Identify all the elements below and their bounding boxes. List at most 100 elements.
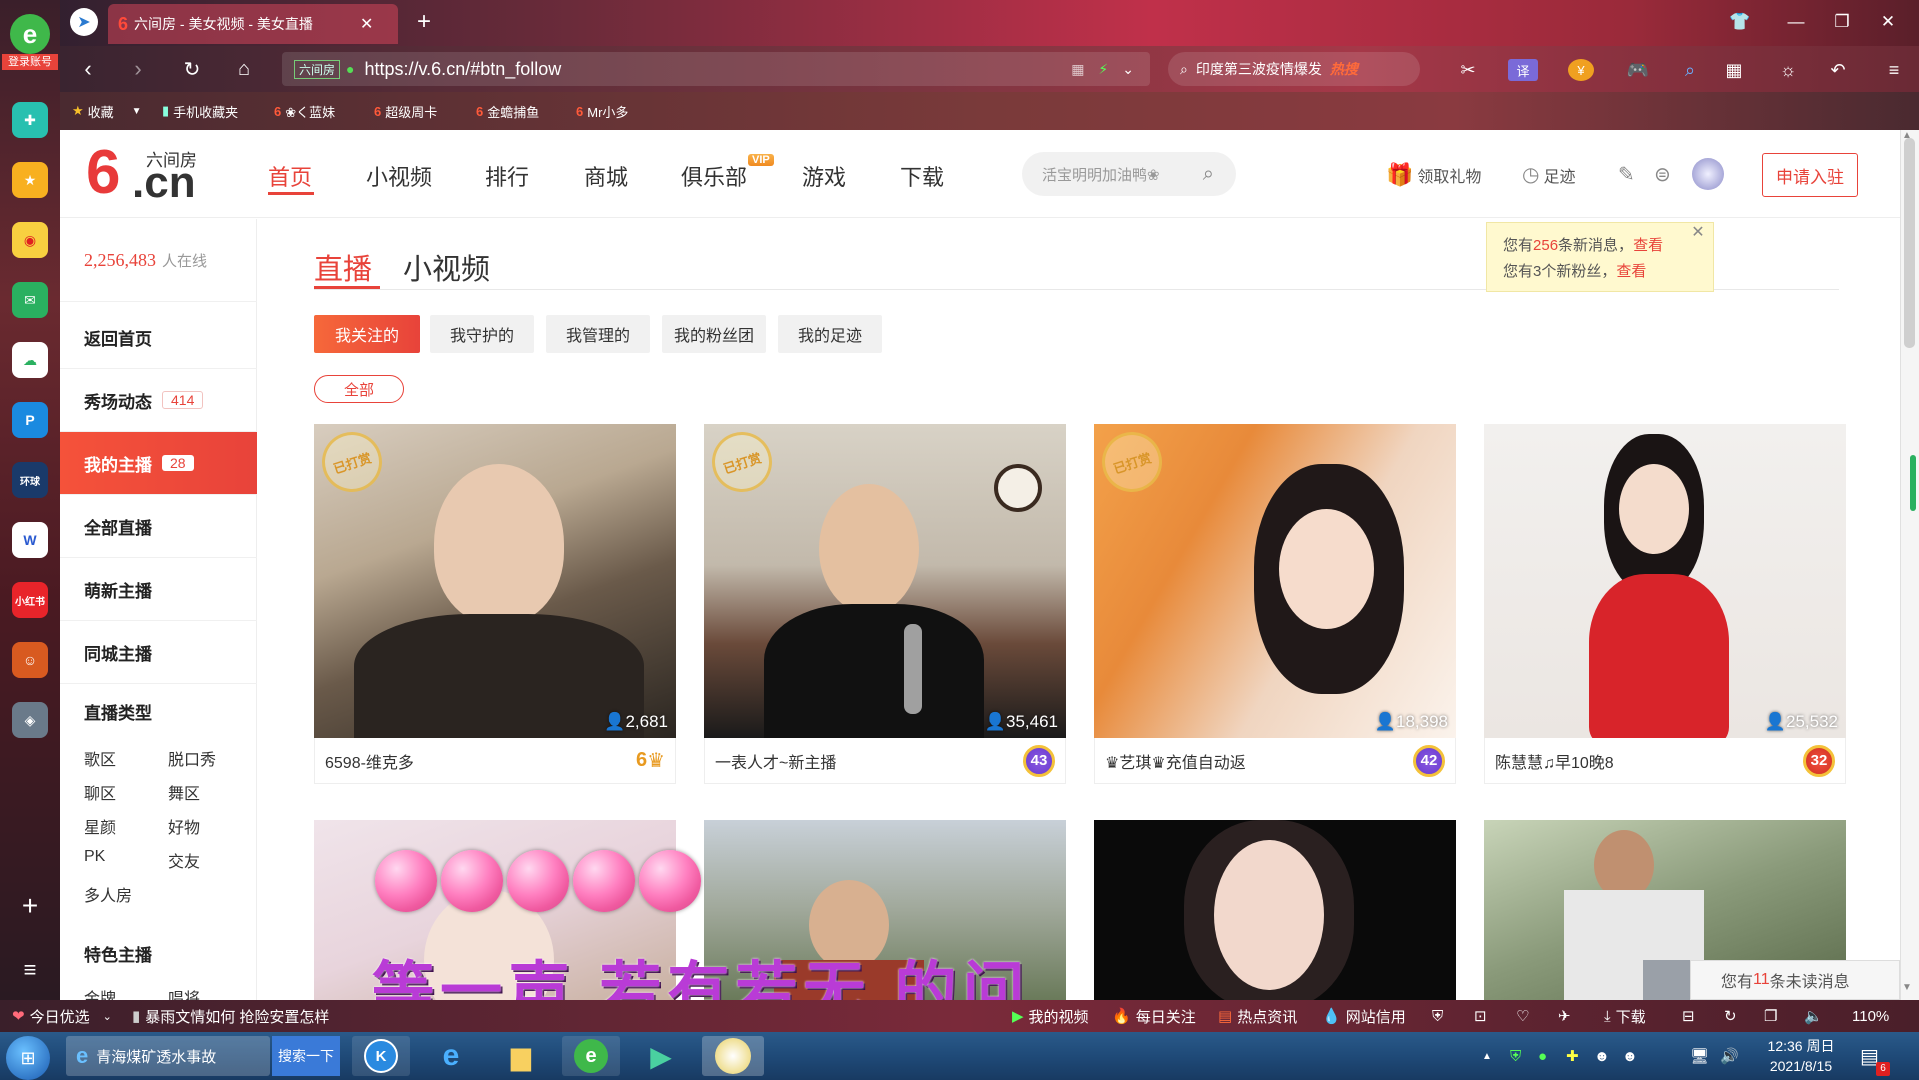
login-account-button[interactable]: 登录账号 [2, 54, 58, 70]
taskbar-explorer-icon[interactable]: ▆ [492, 1036, 550, 1076]
filter-following[interactable]: 我关注的 [314, 315, 420, 353]
site-logo-icon[interactable]: 6 [86, 140, 120, 206]
sidebar-item-new-anchors[interactable]: 萌新主播 [60, 558, 257, 621]
filter-managed[interactable]: 我管理的 [546, 315, 650, 353]
tray-volume-icon[interactable]: 🔊 [1720, 1036, 1739, 1076]
tray-browser-icon[interactable]: ● [1538, 1036, 1547, 1076]
unread-messages-popup[interactable]: 您有 11 条未读消息 [1690, 960, 1900, 1000]
type-chat[interactable]: 聊区 [84, 780, 116, 804]
filter-all[interactable]: 全部 [314, 375, 404, 403]
view-messages-link[interactable]: 查看 [1633, 237, 1663, 254]
search-icon[interactable]: ⌕ [1203, 163, 1214, 186]
browser-search-box[interactable]: ⌕ 印度第三波疫情爆发 热搜 [1168, 52, 1420, 86]
news-app-icon[interactable]: 环球 [12, 462, 48, 498]
live-card[interactable]: 已打赏 👤2,681 6598-维克多 6 ♛ [314, 424, 676, 784]
status-my-video[interactable]: ▶ 我的视频 [1012, 1000, 1089, 1032]
tray-plus-icon[interactable]: ✚ [1566, 1036, 1579, 1076]
brightness-icon[interactable]: ☼ [1772, 56, 1804, 84]
home-button[interactable]: ⌂ [224, 54, 264, 84]
type-goods[interactable]: 好物 [168, 814, 200, 838]
zoom-level[interactable]: 110% [1852, 1000, 1889, 1032]
p-app-icon[interactable]: P [12, 402, 48, 438]
live-card[interactable]: 已打赏 👤35,461 一表人才~新主播 43 [704, 424, 1066, 784]
health-icon[interactable]: ♡ [1516, 1000, 1529, 1032]
back-button[interactable]: ‹ [68, 54, 108, 84]
weibo-app-icon[interactable]: ◉ [12, 222, 48, 258]
qr-code-icon[interactable]: ▦ [1071, 61, 1084, 78]
special-singer[interactable]: 唱将 [168, 985, 200, 1000]
new-tab-button[interactable]: + [410, 8, 438, 36]
favorites-item[interactable]: ▮ 手机收藏夹 [162, 98, 238, 124]
tab-live[interactable]: 直播 [314, 246, 372, 288]
view-fans-link[interactable]: 查看 [1616, 263, 1646, 280]
translate-icon[interactable]: ⊟ [1682, 1000, 1695, 1032]
cloud-app-icon[interactable]: ☁ [12, 342, 48, 378]
status-daily-focus[interactable]: 🔥 每日关注 [1112, 1000, 1196, 1032]
gift-button[interactable]: 🎁 领取礼物 [1386, 162, 1481, 188]
url-bar[interactable]: 六间房 ● https://v.6.cn/#btn_follow ▦ ⚡ ⌄ [282, 52, 1150, 86]
tab-close-icon[interactable]: ✕ [360, 14, 373, 34]
add-app-button[interactable]: + [12, 888, 48, 924]
sidebar-item-my-anchors[interactable]: 我的主播 28 [60, 432, 257, 495]
favorites-app-icon[interactable]: ★ [12, 162, 48, 198]
taskbar-player-icon[interactable]: ▶ [632, 1036, 690, 1076]
type-multi-room[interactable]: 多人房 [84, 882, 132, 906]
game-icon[interactable]: 🎮 [1622, 56, 1654, 84]
find-icon[interactable]: ⌕ [1674, 56, 1706, 84]
taskbar-k-app-icon[interactable]: K [352, 1036, 410, 1076]
split-screen-app-icon[interactable]: ✚ [12, 102, 48, 138]
translate-icon[interactable]: 译 [1508, 59, 1538, 81]
tab-active[interactable]: 6 六间房 - 美女视频 - 美女直播 ✕ [108, 4, 398, 44]
tray-qq2-icon[interactable]: ☻ [1622, 1036, 1638, 1076]
favorites-item[interactable]: 6 超级周卡 [374, 98, 437, 124]
url-dropdown-icon[interactable]: ⌄ [1122, 61, 1134, 78]
nav-mall[interactable]: 商城 [584, 160, 628, 192]
taskbar-browser-icon[interactable]: e [562, 1036, 620, 1076]
nav-home[interactable]: 首页 [268, 160, 312, 192]
special-gold[interactable]: 金牌 [84, 985, 116, 1000]
coin-icon[interactable]: ¥ [1568, 59, 1594, 81]
list-menu-icon[interactable]: ≡ [12, 952, 48, 988]
nav-club[interactable]: 俱乐部 [681, 160, 747, 192]
live-card[interactable]: 👤25,532 陈慧慧♫早10晚8 32 [1484, 424, 1846, 784]
skin-icon[interactable]: 👕 [1724, 8, 1756, 36]
undo-icon[interactable]: ↶ [1822, 56, 1854, 84]
tray-shield-icon[interactable]: ⛨ [1510, 1036, 1521, 1076]
live-card[interactable]: 已打赏 👤18,398 ♛艺琪♛充值自动返 42 [1094, 424, 1456, 784]
status-hot-news[interactable]: ▤ 热点资讯 [1218, 1000, 1297, 1032]
nav-ranking[interactable]: 排行 [485, 160, 529, 192]
user-avatar[interactable] [1692, 158, 1724, 190]
tray-expand-icon[interactable]: ▲ [1482, 1036, 1492, 1076]
scroll-up-icon[interactable]: ▲ [1902, 130, 1912, 141]
today-picks-item[interactable]: ❤ 今日优选 ⌄ [12, 1000, 112, 1032]
nav-games[interactable]: 游戏 [802, 160, 846, 192]
sidebar-item-all-live[interactable]: 全部直播 [60, 495, 257, 558]
type-talkshow[interactable]: 脱口秀 [168, 746, 216, 770]
scroll-down-icon[interactable]: ▼ [1902, 982, 1912, 993]
message-icon[interactable]: ⊜ [1654, 162, 1671, 187]
favorites-item[interactable]: 6 Mr小多 [576, 98, 628, 124]
status-site-credit[interactable]: 💧 网站信用 [1322, 1000, 1406, 1032]
store-app-icon[interactable]: 小红书 [12, 582, 48, 618]
close-icon[interactable]: ✕ [1688, 222, 1708, 242]
window-icon[interactable]: ❐ [1764, 1000, 1777, 1032]
forward-button[interactable]: › [118, 54, 158, 84]
site-search-input[interactable]: 活宝明明加油鸭❀ ⌕ [1022, 152, 1236, 196]
apps-grid-icon[interactable]: ▦ [1718, 56, 1750, 84]
favorites-item[interactable]: 6 金蟾捕鱼 [476, 98, 539, 124]
shield-icon[interactable]: ⛨ [1432, 1000, 1443, 1032]
sidebar-item-local-anchors[interactable]: 同城主播 [60, 621, 257, 684]
speed-icon[interactable]: ⚡ [1098, 61, 1108, 78]
boost-icon[interactable]: ✈ [1558, 1000, 1571, 1032]
filter-guarded[interactable]: 我守护的 [430, 315, 534, 353]
edit-icon[interactable]: ✎ [1618, 162, 1635, 187]
game-app-icon[interactable]: ☺ [12, 642, 48, 678]
taskbar-search-button[interactable]: 搜索一下 [272, 1036, 340, 1076]
history-button[interactable]: ◷ 足迹 [1522, 162, 1575, 187]
tab-short-video[interactable]: 小视频 [403, 246, 490, 288]
pubg-app-icon[interactable]: ◈ [12, 702, 48, 738]
word-app-icon[interactable]: W [12, 522, 48, 558]
taskbar-ie-item[interactable]: e 青海煤矿透水事故 [66, 1036, 270, 1076]
news-ticker[interactable]: ▮ 暴雨文情如何 抢险安置怎样 [132, 1000, 329, 1032]
volume-icon[interactable]: 🔈 [1804, 1000, 1823, 1032]
